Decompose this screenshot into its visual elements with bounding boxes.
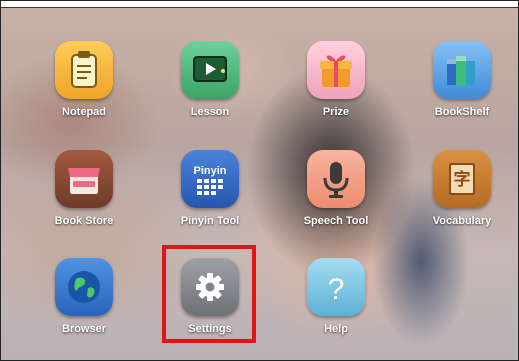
app-bookshelf[interactable]: BookShelf: [412, 41, 512, 118]
app-help[interactable]: ? Help: [286, 258, 386, 335]
lesson-board-icon: [181, 41, 239, 99]
gift-icon: [307, 41, 365, 99]
app-vocabulary[interactable]: 字 Vocabulary: [412, 150, 512, 227]
app-label: Speech Tool: [303, 215, 369, 227]
selection-highlight: [162, 245, 256, 343]
store-icon: [55, 150, 113, 208]
app-pinyin-tool[interactable]: Pinyin Pinyin Tool: [160, 150, 260, 227]
microphone-icon: [307, 150, 365, 208]
app-prize[interactable]: Prize: [286, 41, 386, 118]
dictionary-icon: 字: [433, 150, 491, 208]
app-label: Help: [324, 323, 348, 335]
app-browser[interactable]: Browser: [34, 258, 134, 335]
app-label: Prize: [322, 106, 350, 118]
pinyin-icon-text: Pinyin: [193, 165, 226, 177]
question-icon: ?: [307, 258, 365, 316]
app-label: Book Store: [54, 215, 114, 227]
help-icon-text: ?: [328, 273, 345, 306]
app-label: Vocabulary: [432, 215, 492, 227]
app-book-store[interactable]: Book Store: [34, 150, 134, 227]
app-label: Pinyin Tool: [180, 215, 240, 227]
app-label: Notepad: [62, 106, 106, 118]
app-label: Browser: [61, 323, 107, 335]
status-bar: [1, 1, 518, 8]
notepad-icon: [55, 41, 113, 99]
home-screen: Notepad Lesson Prize BookShelf Book Stor…: [0, 0, 519, 361]
app-speech-tool[interactable]: Speech Tool: [286, 150, 386, 227]
app-label: Lesson: [190, 106, 230, 118]
books-icon: [433, 41, 491, 99]
app-label: BookShelf: [434, 106, 490, 118]
vocabulary-icon-text: 字: [454, 169, 471, 190]
globe-icon: [55, 258, 113, 316]
keyboard-icon: Pinyin: [181, 150, 239, 208]
app-notepad[interactable]: Notepad: [34, 41, 134, 118]
app-lesson[interactable]: Lesson: [160, 41, 260, 118]
